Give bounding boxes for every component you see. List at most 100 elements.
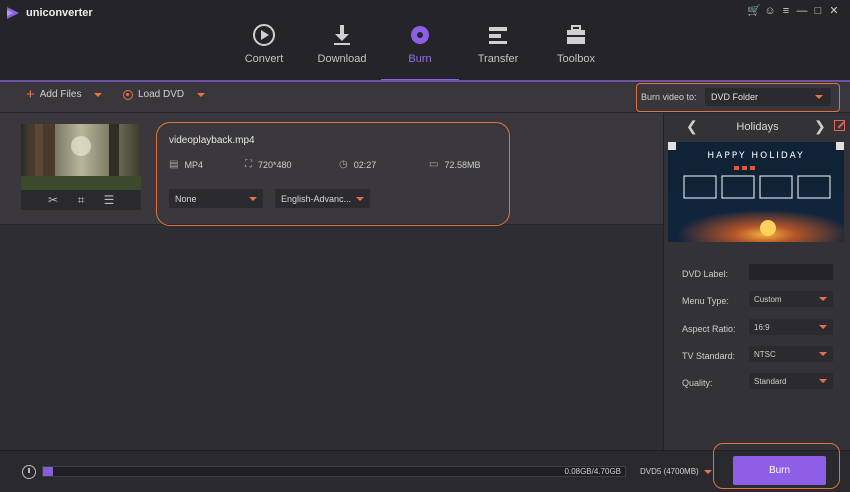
convert-icon <box>253 24 275 46</box>
tv-standard-value: NTSC <box>754 350 776 359</box>
aspect-ratio-select[interactable]: 16:9 <box>749 319 833 335</box>
file-resolution: ⛶ 720*480 <box>245 159 292 170</box>
chevron-down-icon[interactable] <box>94 92 103 97</box>
cart-icon[interactable]: 🛒 <box>746 3 762 19</box>
file-info: videoplayback.mp4 ▤ MP4 ⛶ 720*480 ◷ 02:2… <box>156 122 510 226</box>
load-dvd-button[interactable]: Load DVD <box>123 89 206 100</box>
file-size: ▭ 72.58MB <box>429 159 480 170</box>
file-duration: ◷ 02:27 <box>339 159 376 170</box>
menu-type-select[interactable]: Custom <box>749 291 833 307</box>
file-size-value: 72.58MB <box>444 159 481 170</box>
tab-label: Toolbox <box>557 53 595 65</box>
quality-select[interactable]: Standard <box>749 373 833 389</box>
menu-type-value: Custom <box>754 295 782 304</box>
chevron-down-icon <box>815 95 823 99</box>
chevron-down-icon <box>703 469 712 474</box>
burn-button[interactable]: Burn <box>733 456 826 485</box>
tab-download[interactable]: Download <box>303 20 381 80</box>
chevron-down-icon <box>249 197 257 201</box>
file-resolution-value: 720*480 <box>258 159 292 170</box>
app-title: uniconverter <box>26 7 93 19</box>
tab-label: Download <box>317 53 367 65</box>
plus-icon: + <box>26 85 35 103</box>
burn-icon <box>411 26 429 44</box>
tv-standard-select[interactable]: NTSC <box>749 346 833 362</box>
edit-icon[interactable] <box>834 120 845 131</box>
file-format: ▤ MP4 <box>169 159 203 170</box>
add-files-button[interactable]: + Add Files <box>26 85 103 103</box>
chevron-left-icon[interactable]: ❮ <box>686 118 698 135</box>
effects-icon[interactable]: ☰ <box>102 193 116 207</box>
burn-to-label: Burn video to: <box>641 92 697 102</box>
tab-transfer[interactable]: Transfer <box>459 20 537 80</box>
title-bar: uniconverter 🛒 ☺ ≡ — □ ✕ Convert Downloa… <box>0 0 850 81</box>
user-icon[interactable]: ☺ <box>762 3 778 19</box>
aspect-ratio-value: 16:9 <box>754 323 770 332</box>
app-logo-icon <box>7 7 19 19</box>
minimize-icon[interactable]: — <box>794 3 810 19</box>
file-name: videoplayback.mp4 <box>169 135 255 146</box>
burn-to-select[interactable]: DVD Folder <box>705 88 831 106</box>
tab-convert[interactable]: Convert <box>225 20 303 80</box>
chevron-down-icon[interactable] <box>197 92 206 97</box>
template-header: Holidays ❮ ❯ <box>664 113 850 140</box>
chevron-down-icon <box>356 197 364 201</box>
disc-type-select[interactable]: DVD5 (4700MB) <box>640 467 712 476</box>
tab-label: Transfer <box>477 53 519 65</box>
chevron-down-icon <box>819 297 827 301</box>
dvd-label-input[interactable] <box>749 264 833 280</box>
disc-usage-fill <box>43 467 53 476</box>
window-controls: 🛒 ☺ ≡ — □ ✕ <box>746 3 842 19</box>
disc-icon <box>123 89 133 100</box>
download-icon <box>334 25 350 45</box>
audio-select[interactable]: English-Advanc... <box>275 189 370 208</box>
close-icon[interactable]: ✕ <box>826 3 842 19</box>
alarm-clock-icon[interactable] <box>22 465 36 479</box>
disc-usage-bar: 0.08GB/4.70GB <box>42 466 626 477</box>
thumbnail-tools: ✂ ⌗ ☰ <box>21 190 141 210</box>
chevron-down-icon <box>819 325 827 329</box>
tab-label: Convert <box>244 53 284 65</box>
subtitle-value: None <box>175 194 197 204</box>
file-format-value: MP4 <box>184 159 203 170</box>
folder-icon: ▭ <box>429 159 439 170</box>
tab-label: Burn <box>408 53 432 65</box>
main-nav: Convert Download Burn Transfer Toolbox <box>225 20 615 81</box>
toolbar: + Add Files Load DVD Burn video to: DVD … <box>0 82 850 113</box>
quality-label: Quality: <box>682 378 713 388</box>
list-item[interactable]: ✂ ⌗ ☰ videoplayback.mp4 ▤ MP4 ⛶ 720*480 … <box>0 113 663 226</box>
quality-value: Standard <box>754 377 787 386</box>
transfer-icon <box>489 27 507 44</box>
chevron-down-icon <box>819 352 827 356</box>
tab-toolbox[interactable]: Toolbox <box>537 20 615 80</box>
toolbox-icon <box>567 25 585 44</box>
chevron-right-icon[interactable]: ❯ <box>814 118 826 135</box>
burn-to-value: DVD Folder <box>711 92 759 102</box>
menu-icon[interactable]: ≡ <box>778 3 794 19</box>
trim-icon[interactable]: ✂ <box>46 193 60 207</box>
film-icon: ▤ <box>169 159 179 170</box>
audio-value: English-Advanc... <box>281 194 352 204</box>
file-list: ✂ ⌗ ☰ videoplayback.mp4 ▤ MP4 ⛶ 720*480 … <box>0 113 663 450</box>
burn-to-group: Burn video to: DVD Folder <box>636 83 840 112</box>
tv-standard-label: TV Standard: <box>682 351 736 361</box>
template-title: HAPPY HOLIDAY <box>707 151 804 161</box>
menu-type-label: Menu Type: <box>682 296 729 306</box>
template-preview[interactable]: HAPPY HOLIDAY <box>668 142 844 242</box>
dvd-label-label: DVD Label: <box>682 269 729 279</box>
dvd-settings-panel: Holidays ❮ ❯ HAPPY HOLIDAY DVD Label: Me… <box>663 113 850 450</box>
tab-burn[interactable]: Burn <box>381 20 459 81</box>
add-files-label: Add Files <box>39 89 82 100</box>
subtitle-select[interactable]: None <box>169 189 263 208</box>
crop-icon[interactable]: ⌗ <box>74 193 88 207</box>
video-thumbnail[interactable] <box>21 124 141 190</box>
disc-usage-text: 0.08GB/4.70GB <box>564 467 621 476</box>
disc-type-value: DVD5 (4700MB) <box>640 467 699 476</box>
load-dvd-label: Load DVD <box>138 89 185 100</box>
maximize-icon[interactable]: □ <box>810 3 826 19</box>
aspect-ratio-label: Aspect Ratio: <box>682 324 736 334</box>
file-duration-value: 02:27 <box>353 159 377 170</box>
clock-icon: ◷ <box>339 159 348 170</box>
resolution-icon: ⛶ <box>245 159 252 170</box>
chevron-down-icon <box>819 379 827 383</box>
